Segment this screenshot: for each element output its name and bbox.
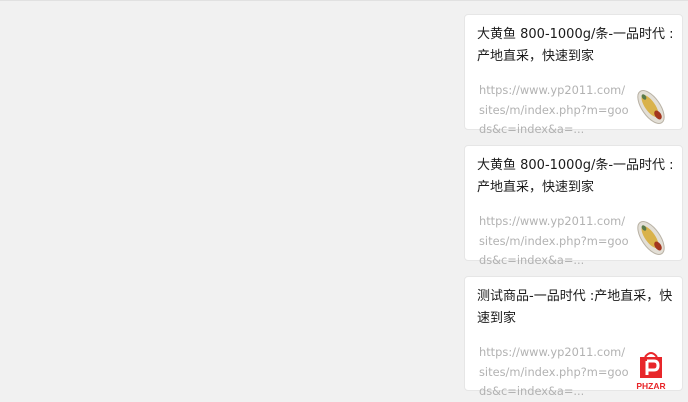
fish-thumbnail-icon [631,87,671,127]
link-card-title: 大黄鱼 800-1000g/条-一品时代 :产地直采，快速到家 [477,158,674,195]
fish-thumbnail-icon [631,218,671,258]
link-card-url: https://www.yp2011.com/sites/m/index.php… [479,214,629,267]
phzar-logo-text: PHZAR [636,381,665,391]
link-card[interactable]: 大黄鱼 800-1000g/条-一品时代 :产地直采，快速到家 https://… [464,14,683,136]
link-card[interactable]: 测试商品-一品时代 :产地直采，快速到家 https://www.yp2011.… [464,276,683,398]
link-card-title: 大黄鱼 800-1000g/条-一品时代 :产地直采，快速到家 [477,27,674,64]
top-divider [0,0,688,1]
phzar-logo-icon: PHZAR [631,349,671,391]
link-card-title: 测试商品-一品时代 :产地直采，快速到家 [477,289,673,326]
link-card[interactable]: 大黄鱼 800-1000g/条-一品时代 :产地直采，快速到家 https://… [464,145,683,267]
link-card-url: https://www.yp2011.com/sites/m/index.php… [479,345,629,398]
link-card-url: https://www.yp2011.com/sites/m/index.php… [479,83,629,136]
